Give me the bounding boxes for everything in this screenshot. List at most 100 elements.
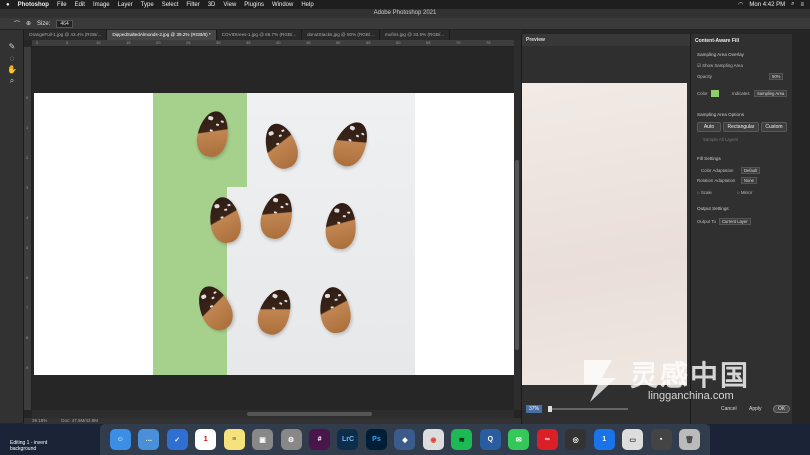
size-input[interactable]: 464 xyxy=(56,19,73,28)
hand-tool-icon[interactable]: ✋ xyxy=(6,65,18,75)
menu-plugins[interactable]: Plugins xyxy=(244,2,264,8)
quicktime-icon[interactable]: Q xyxy=(479,429,501,450)
section-sampling-options[interactable]: Sampling Area Options xyxy=(697,112,744,117)
rotation-adaptation-label: Rotation Adaptation xyxy=(697,178,736,183)
overlay-color-swatch[interactable] xyxy=(711,90,719,97)
camera-app-icon[interactable]: ◎ xyxy=(565,429,587,450)
zoom-tool-icon[interactable]: ⌕ xyxy=(6,76,18,86)
lightroom-icon[interactable]: LrC xyxy=(337,429,359,450)
lasso-tool-icon[interactable]: ◌ xyxy=(6,54,18,64)
section-output-settings[interactable]: Output Settings xyxy=(697,206,729,211)
custom-button[interactable]: Custom xyxy=(761,122,787,132)
menu-select[interactable]: Select xyxy=(162,2,179,8)
scroll-thumb[interactable] xyxy=(247,412,372,416)
options-bar: ⌒ ⊕ Size: 464 xyxy=(0,18,810,30)
size-label: Size: xyxy=(37,20,51,27)
messages-icon[interactable]: ✉ xyxy=(508,429,530,450)
tab-donutstacks[interactable]: donutStacks.jpg @ 50% (RGB/... xyxy=(302,30,381,40)
photoshop-icon[interactable]: Ps xyxy=(365,429,387,450)
brush-preset-icon[interactable]: ⊕ xyxy=(26,20,31,27)
mac-menubar: ● Photoshop File Edit Image Layer Type S… xyxy=(0,0,810,9)
preview-app-icon[interactable]: ▣ xyxy=(252,429,274,450)
show-sampling-checkbox[interactable]: ☑ Show Sampling Area xyxy=(697,63,743,69)
document-canvas[interactable] xyxy=(34,93,514,375)
ruler-tick: 55 xyxy=(366,40,371,45)
scale-checkbox[interactable]: ○ Scale xyxy=(697,190,712,195)
preview-zoom-input[interactable]: 37% xyxy=(526,405,543,413)
control-center-icon[interactable]: ≡ xyxy=(800,2,804,8)
finder-icon[interactable]: ☺ xyxy=(109,429,131,450)
color-label: Color xyxy=(697,91,708,96)
auto-button[interactable]: Auto xyxy=(697,122,721,132)
tab-mufins[interactable]: mufins.jpg @ 33.5% (RGB/... xyxy=(380,30,451,40)
lightroom-classic-icon[interactable]: ◆ xyxy=(394,429,416,450)
vertical-scrollbar[interactable] xyxy=(514,40,521,410)
preview-image[interactable] xyxy=(522,83,687,385)
ruler-tick: 5 xyxy=(26,245,29,250)
apple-icon[interactable]: ● xyxy=(6,2,10,8)
tab-covidtrees[interactable]: COVIDtrees-1.jpg @ 66.7% (RGB/... xyxy=(217,30,303,40)
ruler-tick: 4 xyxy=(26,215,29,220)
ruler-tick: 10 xyxy=(96,40,101,45)
scroll-thumb[interactable] xyxy=(515,160,519,350)
menu-window[interactable]: Window xyxy=(272,2,293,8)
watermark-text: 灵感中国 xyxy=(630,360,751,391)
ruler-horizontal: 0 5 10 15 20 25 30 35 40 45 50 55 60 65 … xyxy=(32,40,514,47)
screenshot-icon[interactable]: ▭ xyxy=(622,429,644,450)
color-adaptation-dropdown[interactable]: Default xyxy=(741,167,761,174)
trash-icon[interactable]: 🗑 xyxy=(679,429,701,450)
rectangular-button[interactable]: Rectangular xyxy=(723,122,759,132)
creative-cloud-icon[interactable]: ∞ xyxy=(536,429,558,450)
tools-panel: ✎ ◌ ✋ ⌕ xyxy=(0,30,24,423)
calendar-icon[interactable]: 1 xyxy=(195,429,217,450)
menu-filter[interactable]: Filter xyxy=(186,2,199,8)
watermark-url: lingganchina.com xyxy=(648,390,734,402)
chrome-icon[interactable]: ◉ xyxy=(422,429,444,450)
menu-view[interactable]: View xyxy=(223,2,236,8)
section-sampling-overlay[interactable]: Sampling Area Overlay xyxy=(697,52,744,57)
menu-3d[interactable]: 3D xyxy=(208,2,216,8)
sampling-overlay xyxy=(227,93,247,187)
messages-alt-icon[interactable]: … xyxy=(138,429,160,450)
opacity-input[interactable]: 50% xyxy=(769,73,784,80)
menu-image[interactable]: Image xyxy=(93,2,110,8)
1password-icon[interactable]: 1 xyxy=(593,429,615,450)
search-icon[interactable]: ⌕ xyxy=(791,1,794,8)
brush-tool-icon[interactable]: ✎ xyxy=(6,42,18,52)
indicates-dropdown[interactable]: Sampling Area xyxy=(754,90,788,97)
ruler-vertical: 0 1 2 3 4 5 6 7 8 9 xyxy=(24,47,32,410)
menu-layer[interactable]: Layer xyxy=(118,2,133,8)
tab-orangefull[interactable]: OrangeFull-1.jpg @ 43.4% (RGB/... xyxy=(24,30,108,40)
desktop-file-label[interactable]: Editing 1 - invent background xyxy=(0,440,70,455)
rotation-adaptation-dropdown[interactable]: None xyxy=(741,177,758,184)
tab-dippedsaltedalmonds[interactable]: DippedSaltedAlmonds-2.jpg @ 39.2% (RGB/8… xyxy=(107,30,217,40)
ruler-tick: 20 xyxy=(156,40,161,45)
ruler-tick: 0 xyxy=(36,40,39,45)
photo-thumb-icon[interactable]: ▪ xyxy=(650,429,672,450)
section-fill-settings[interactable]: Fill Settings xyxy=(697,156,721,161)
notes-icon[interactable]: ≡ xyxy=(223,429,245,450)
ruler-tick: 3 xyxy=(26,185,29,190)
lasso-tool-icon[interactable]: ⌒ xyxy=(14,19,20,28)
clock[interactable]: Mon 4:42 PM xyxy=(749,2,785,8)
tasks-icon[interactable]: ✓ xyxy=(166,429,188,450)
show-sampling-label: Show Sampling Area xyxy=(702,63,743,68)
system-preferences-icon[interactable]: ⚙ xyxy=(280,429,302,450)
sample-all-layers[interactable]: Sample All Layers xyxy=(703,137,738,142)
slack-icon[interactable]: # xyxy=(309,429,331,450)
menu-help[interactable]: Help xyxy=(301,2,313,8)
slider-knob[interactable] xyxy=(548,406,553,412)
wifi-icon[interactable]: ◠ xyxy=(738,1,743,8)
horizontal-scrollbar[interactable] xyxy=(32,410,514,418)
panel-title: Content-Aware Fill xyxy=(695,38,740,44)
indicates-label: Indicates xyxy=(732,91,750,96)
window-title: Adobe Photoshop 2021 xyxy=(0,9,810,18)
menu-type[interactable]: Type xyxy=(141,2,154,8)
menu-edit[interactable]: Edit xyxy=(75,2,85,8)
mirror-checkbox[interactable]: ○ Mirror xyxy=(737,190,752,195)
menu-file[interactable]: File xyxy=(57,2,67,8)
output-to-dropdown[interactable]: Current Layer xyxy=(719,218,751,225)
spotify-icon[interactable]: ≋ xyxy=(451,429,473,450)
app-menu[interactable]: Photoshop xyxy=(18,2,49,8)
scale-label: Scale xyxy=(700,190,712,195)
